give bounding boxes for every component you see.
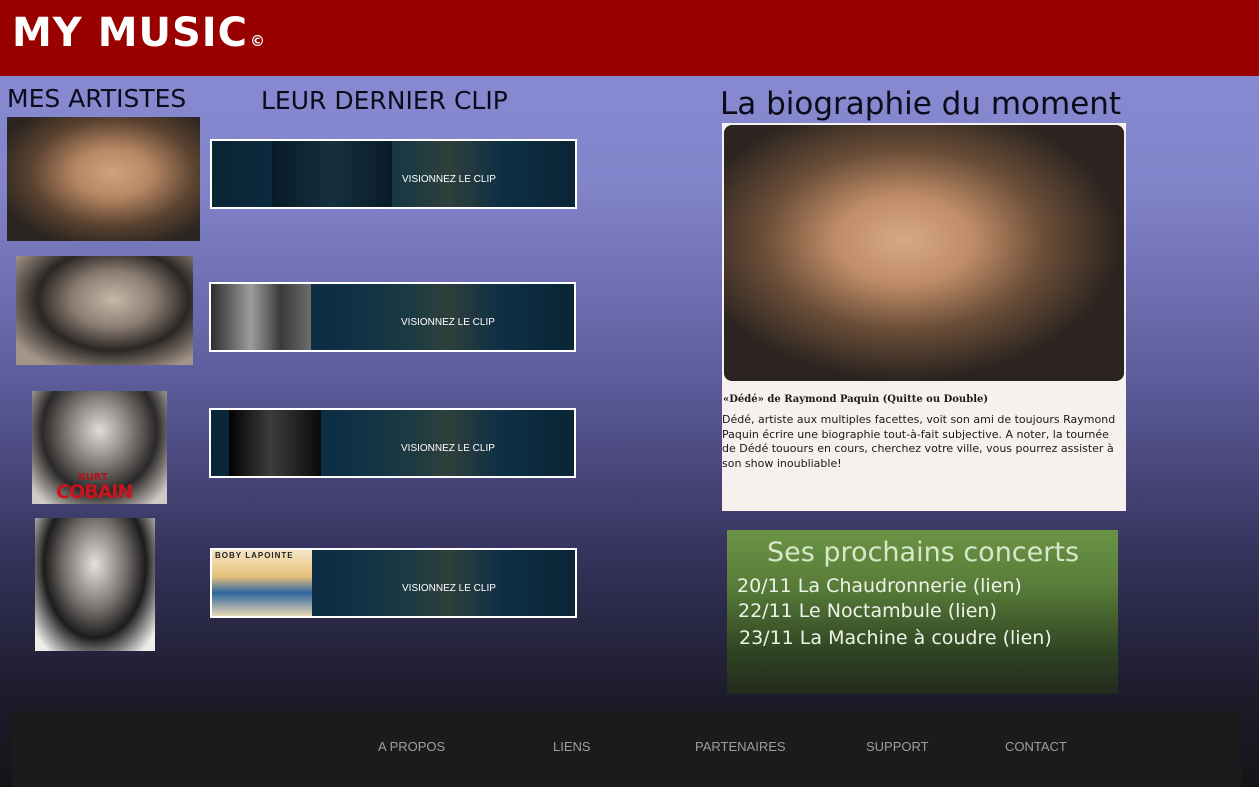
artist-photo-dede[interactable] xyxy=(7,117,200,241)
clip-thumbnail xyxy=(229,410,321,476)
concert-item[interactable]: 23/11 La Machine à coudre (lien) xyxy=(739,627,1052,649)
footer-link-liens[interactable]: LIENS xyxy=(553,739,591,754)
artist-photo-2[interactable] xyxy=(16,256,193,365)
clip-watch-label: VISIONNEZ LE CLIP xyxy=(402,583,496,594)
site-footer: A PROPOS LIENS PARTENAIRES SUPPORT CONTA… xyxy=(12,711,1241,787)
clip-thumbnail xyxy=(272,141,392,207)
concerts-title: Ses prochains concerts xyxy=(767,537,1080,568)
bio-heading: La biographie du moment xyxy=(720,86,1122,122)
clip-watch-label: VISIONNEZ LE CLIP xyxy=(401,443,495,454)
concert-item[interactable]: 20/11 La Chaudronnerie (lien) xyxy=(737,575,1022,597)
site-header: MY MUSIC © xyxy=(0,0,1259,76)
artist-photo-4[interactable] xyxy=(35,518,155,651)
footer-link-contact[interactable]: CONTACT xyxy=(1005,739,1067,754)
clip-banner-3[interactable]: VISIONNEZ LE CLIP xyxy=(209,408,576,478)
artist-photo-caption-main: COBAIN xyxy=(56,481,133,503)
clips-heading: LEUR DERNIER CLIP xyxy=(261,86,508,115)
copyright-mark: © xyxy=(250,32,267,50)
clip-watch-label: VISIONNEZ LE CLIP xyxy=(401,317,495,328)
footer-link-partenaires[interactable]: PARTENAIRES xyxy=(695,739,786,754)
bio-text: Dédé, artiste aux multiples facettes, vo… xyxy=(722,413,1116,470)
clip-thumbnail xyxy=(211,284,311,350)
concerts-panel: Ses prochains concerts 20/11 La Chaudron… xyxy=(727,530,1118,694)
clip-banner-4[interactable]: BOBY LAPOINTE VISIONNEZ LE CLIP xyxy=(210,548,577,618)
clip-watch-label: VISIONNEZ LE CLIP xyxy=(402,174,496,185)
clip-banner-2[interactable]: VISIONNEZ LE CLIP xyxy=(209,282,576,352)
artists-heading: MES ARTISTES xyxy=(7,84,187,113)
clip-banner-1[interactable]: VISIONNEZ LE CLIP xyxy=(210,139,577,209)
footer-link-support[interactable]: SUPPORT xyxy=(866,739,929,754)
clip-thumbnail: BOBY LAPOINTE xyxy=(212,550,312,616)
artist-photo-caption: KURT COBAIN xyxy=(56,473,133,503)
bio-card: «Dédé» de Raymond Paquin (Quitte ou Doub… xyxy=(722,123,1126,511)
logo-text: MY MUSIC xyxy=(12,10,249,56)
bio-photo xyxy=(724,125,1124,381)
footer-link-a-propos[interactable]: A PROPOS xyxy=(378,739,445,754)
concert-item[interactable]: 22/11 Le Noctambule (lien) xyxy=(738,600,997,622)
artist-photo-kurt-cobain[interactable]: KURT COBAIN xyxy=(32,391,167,504)
clip-thumbnail-text: BOBY LAPOINTE xyxy=(215,551,294,560)
bio-caption: «Dédé» de Raymond Paquin (Quitte ou Doub… xyxy=(723,394,989,405)
site-logo[interactable]: MY MUSIC © xyxy=(12,10,266,56)
